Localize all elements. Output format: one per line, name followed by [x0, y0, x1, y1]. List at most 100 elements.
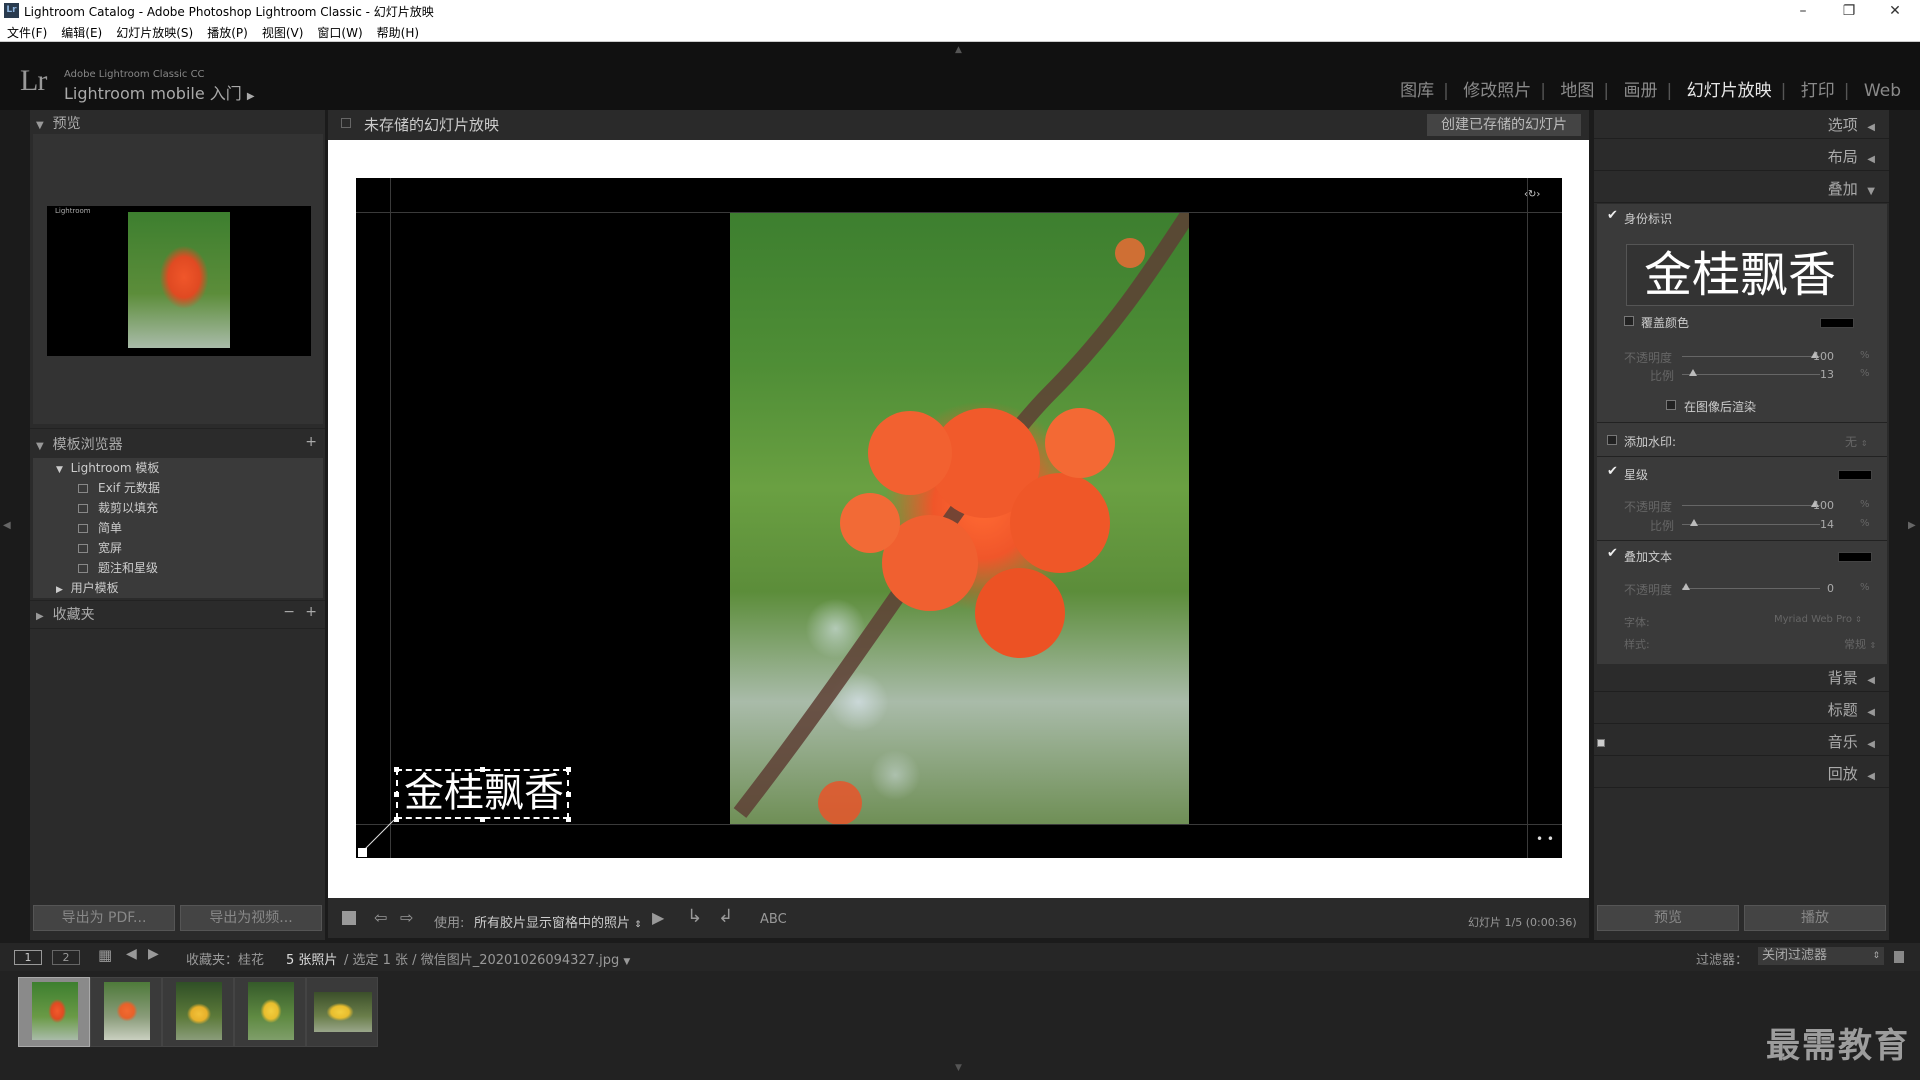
right-panel-toggle-icon[interactable]: ▶	[1908, 520, 1916, 531]
slider-knob[interactable]	[1682, 583, 1690, 590]
next-slide-icon[interactable]: ⇨	[400, 908, 413, 927]
watermark-checkbox[interactable]	[1607, 435, 1617, 445]
resize-handle[interactable]	[566, 817, 571, 822]
menu-window[interactable]: 窗口(W)	[310, 22, 369, 41]
filter-dropdown[interactable]: 关闭过滤器 ⇕	[1758, 947, 1884, 965]
style-dropdown[interactable]: 常规 ⇕	[1844, 636, 1876, 652]
resize-handle[interactable]	[566, 792, 571, 797]
stop-icon[interactable]	[342, 911, 356, 925]
filmstrip-source[interactable]: 收藏夹：桂花	[186, 949, 264, 968]
close-button[interactable]: ✕	[1872, 0, 1918, 22]
user-templates-folder[interactable]: ▶ 用户模板	[56, 578, 346, 598]
resize-handle[interactable]	[394, 792, 399, 797]
slide-photo[interactable]	[730, 213, 1189, 824]
menu-play[interactable]: 播放(P)	[200, 22, 255, 41]
filmstrip-thumbnail[interactable]	[162, 977, 234, 1047]
text-color-swatch[interactable]	[1838, 552, 1872, 562]
module-develop[interactable]: 修改照片	[1463, 81, 1531, 101]
secondary-window-button[interactable]: 2	[52, 950, 80, 965]
overlays-panel-header[interactable]: 叠加 ▼	[1594, 175, 1889, 203]
add-template-icon[interactable]: +	[305, 434, 317, 450]
layout-guide[interactable]	[356, 824, 1562, 825]
remove-collection-icon[interactable]: −	[283, 604, 295, 620]
rotate-icon[interactable]: ‹↻›	[1524, 189, 1540, 200]
filter-lock-icon[interactable]	[1894, 951, 1904, 963]
template-item[interactable]: Exif 元数据	[78, 478, 368, 498]
template-item[interactable]: 简单	[78, 518, 368, 538]
music-panel-header[interactable]: 音乐 ◀	[1594, 728, 1889, 756]
layout-guide[interactable]	[390, 178, 391, 858]
options-panel-header[interactable]: 选项 ◀	[1594, 111, 1889, 139]
template-item[interactable]: 题注和星级	[78, 558, 368, 578]
rotate-left-icon[interactable]: ↳	[687, 906, 702, 927]
minimize-button[interactable]: –	[1780, 0, 1826, 22]
filmstrip-thumbnail[interactable]	[90, 977, 162, 1047]
filmstrip-thumbnail[interactable]	[18, 977, 90, 1047]
filmstrip-thumbnail[interactable]	[234, 977, 306, 1047]
lightroom-mobile-link[interactable]: Lightroom mobile 入门 ▶	[64, 80, 255, 104]
module-web[interactable]: Web	[1864, 81, 1901, 101]
rotate-right-icon[interactable]: ↲	[718, 906, 733, 927]
preview-button[interactable]: 预览	[1597, 905, 1739, 931]
add-text-button[interactable]: ABC	[760, 912, 787, 927]
template-item[interactable]: 裁剪以填充	[78, 498, 368, 518]
primary-window-button[interactable]: 1	[14, 950, 42, 965]
grid-view-icon[interactable]: ▦	[98, 946, 112, 964]
menu-edit[interactable]: 编辑(E)	[54, 22, 109, 41]
menu-file[interactable]: 文件(F)	[0, 22, 54, 41]
identity-plate-editor[interactable]: 金桂飘香	[1626, 244, 1854, 306]
menu-slideshow[interactable]: 幻灯片放映(S)	[109, 22, 200, 41]
slider-knob[interactable]	[1690, 519, 1698, 526]
module-book[interactable]: 画册	[1624, 81, 1658, 101]
forward-arrow-icon[interactable]: ▶	[148, 946, 159, 962]
export-pdf-button[interactable]: 导出为 PDF...	[33, 905, 175, 931]
music-toggle[interactable]	[1597, 739, 1605, 747]
override-color-swatch[interactable]	[1820, 318, 1854, 328]
module-print[interactable]: 打印	[1801, 81, 1835, 101]
text-overlay-checkbox[interactable]: ✔	[1607, 547, 1618, 560]
menu-help[interactable]: 帮助(H)	[370, 22, 426, 41]
left-panel-toggle-icon[interactable]: ◀	[3, 520, 11, 531]
preview-play-icon[interactable]: ▶	[652, 908, 664, 927]
rating-color-swatch[interactable]	[1838, 470, 1872, 480]
template-item[interactable]: 宽屏	[78, 538, 368, 558]
lightroom-templates-folder[interactable]: ▼ Lightroom 模板	[56, 458, 346, 478]
titles-panel-header[interactable]: 标题 ◀	[1594, 696, 1889, 724]
identity-plate-overlay[interactable]: 金桂飘香	[396, 769, 569, 819]
collapse-bottom-icon[interactable]: ▼	[955, 1063, 962, 1073]
slider-knob[interactable]	[1689, 369, 1697, 376]
rating-dots-icon[interactable]: • •	[1536, 832, 1554, 846]
resize-handle[interactable]	[480, 817, 485, 822]
collections-header[interactable]: ▶ 收藏夹 − +	[36, 604, 321, 624]
layout-panel-header[interactable]: 布局 ◀	[1594, 143, 1889, 171]
selection-info[interactable]: / 选定 1 张 / 微信图片_20201026094327.jpg ▼	[344, 949, 630, 968]
menu-view[interactable]: 视图(V)	[255, 22, 311, 41]
previous-slide-icon[interactable]: ⇦	[374, 908, 387, 927]
restore-button[interactable]: ❐	[1826, 0, 1872, 22]
override-color-checkbox[interactable]	[1624, 316, 1634, 326]
backdrop-panel-header[interactable]: 背景 ◀	[1594, 664, 1889, 692]
playback-panel-header[interactable]: 回放 ◀	[1594, 760, 1889, 788]
module-library[interactable]: 图库	[1400, 81, 1434, 101]
rating-checkbox[interactable]: ✔	[1607, 465, 1618, 478]
use-source-dropdown[interactable]: 所有胶片显示窗格中的照片 ⇕	[474, 912, 642, 931]
resize-handle[interactable]	[394, 767, 399, 772]
identity-plate-checkbox[interactable]: ✔	[1607, 209, 1618, 222]
module-map[interactable]: 地图	[1560, 81, 1594, 101]
add-collection-icon[interactable]: +	[305, 604, 317, 620]
export-video-button[interactable]: 导出为视频...	[180, 905, 322, 931]
template-browser-header[interactable]: ▼ 模板浏览器 +	[36, 434, 321, 454]
preview-panel-header[interactable]: ▼ 预览	[36, 113, 81, 133]
play-button[interactable]: 播放	[1744, 905, 1886, 931]
render-behind-checkbox[interactable]	[1666, 400, 1676, 410]
layout-guide[interactable]	[1527, 178, 1528, 858]
resize-handle[interactable]	[566, 767, 571, 772]
module-slideshow[interactable]: 幻灯片放映	[1687, 81, 1772, 101]
filmstrip-thumbnail[interactable]	[306, 977, 378, 1047]
create-saved-slideshow-button[interactable]: 创建已存储的幻灯片	[1427, 114, 1581, 136]
collapse-top-icon[interactable]: ▲	[955, 45, 962, 55]
resize-handle[interactable]	[480, 767, 485, 772]
back-arrow-icon[interactable]: ◀	[126, 946, 137, 962]
font-dropdown[interactable]: Myriad Web Pro ⇕	[1774, 614, 1862, 625]
watermark-dropdown[interactable]: 无 ⇕	[1845, 433, 1868, 450]
